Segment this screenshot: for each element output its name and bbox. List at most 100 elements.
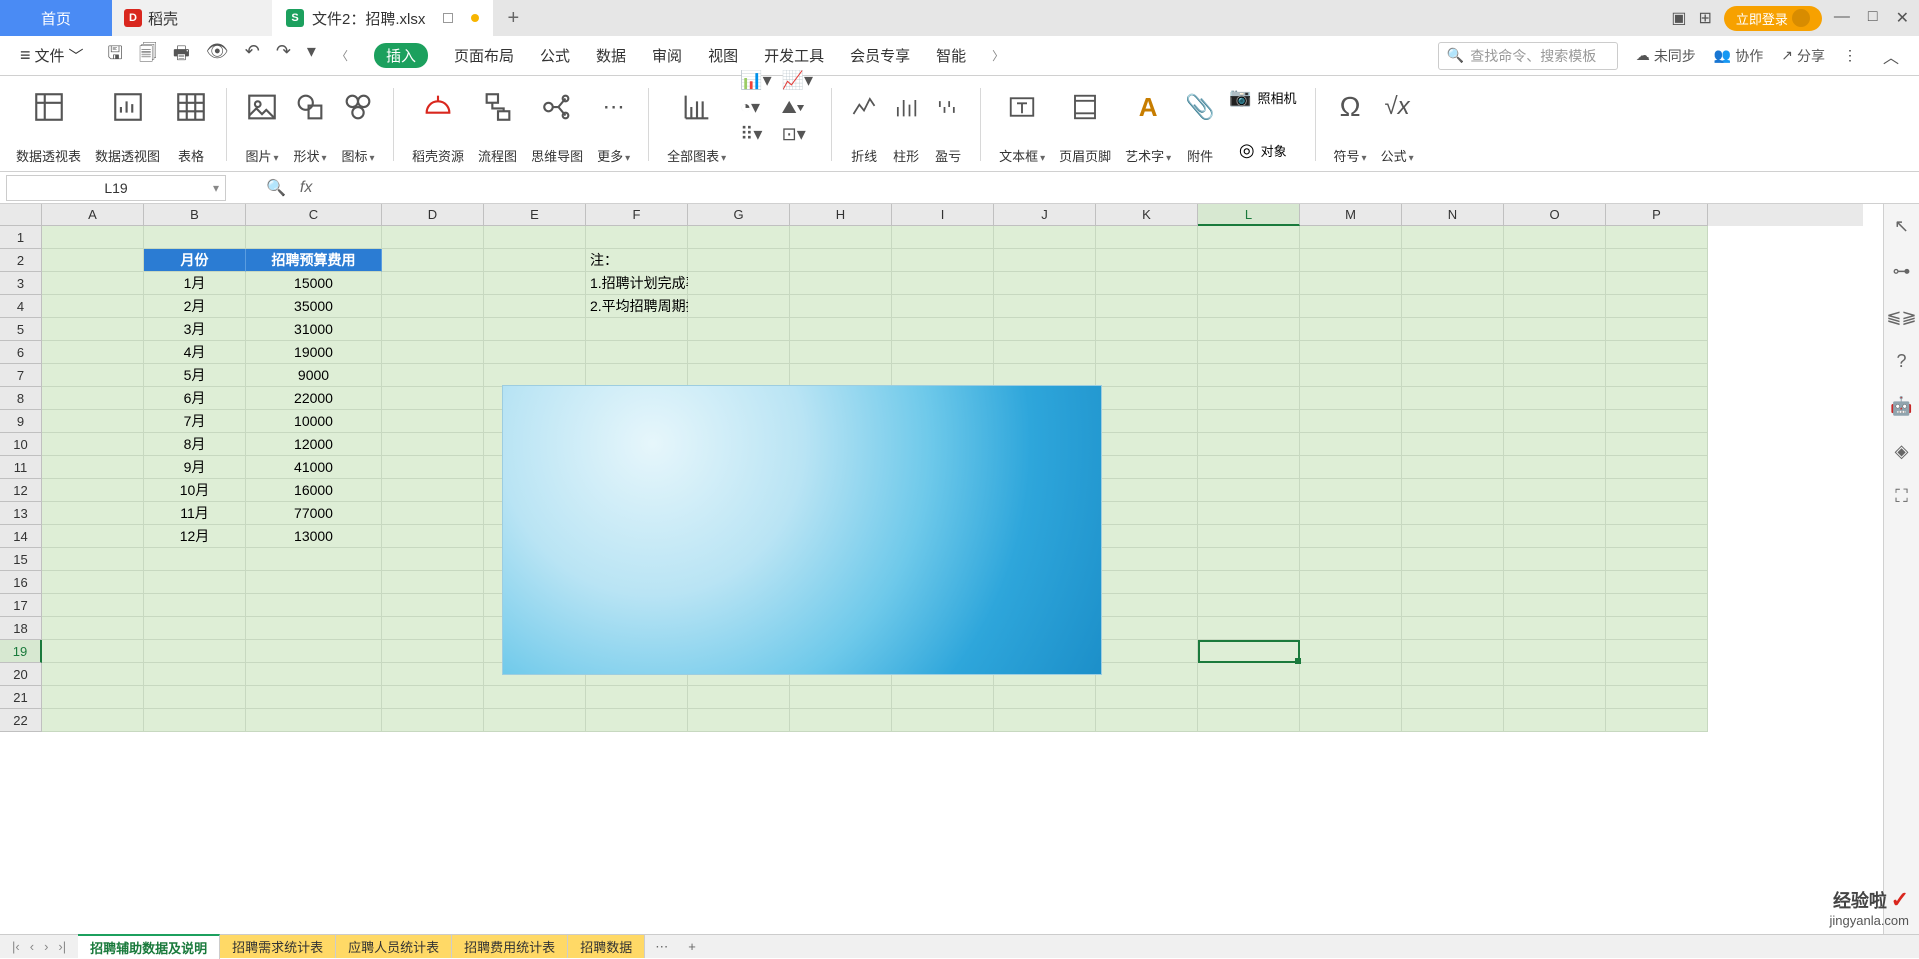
cell-G1[interactable] xyxy=(688,226,790,249)
row-header-9[interactable]: 9 xyxy=(0,410,42,433)
cell-O4[interactable] xyxy=(1504,295,1606,318)
row-header-11[interactable]: 11 xyxy=(0,456,42,479)
cell-C16[interactable] xyxy=(246,571,382,594)
cell-M22[interactable] xyxy=(1300,709,1402,732)
cell-M2[interactable] xyxy=(1300,249,1402,272)
expand-icon[interactable]: ⛶ xyxy=(1895,486,1908,507)
col-header-E[interactable]: E xyxy=(484,204,586,226)
cell-P8[interactable] xyxy=(1606,387,1708,410)
cell-I22[interactable] xyxy=(892,709,994,732)
col-header-M[interactable]: M xyxy=(1300,204,1402,226)
cell-L1[interactable] xyxy=(1198,226,1300,249)
row-header-21[interactable]: 21 xyxy=(0,686,42,709)
ribbon-tab-data[interactable]: 数据 xyxy=(596,45,626,66)
properties-icon[interactable]: ⫹⫺ xyxy=(1886,306,1916,327)
cell-K12[interactable] xyxy=(1096,479,1198,502)
cell-F3[interactable]: 1.招聘计划完成率要求100% xyxy=(586,272,688,295)
cell-C7[interactable]: 9000 xyxy=(246,364,382,387)
ribbon-tab-insert[interactable]: 插入 xyxy=(374,43,428,68)
row-header-3[interactable]: 3 xyxy=(0,272,42,295)
cell-O18[interactable] xyxy=(1504,617,1606,640)
col-header-J[interactable]: J xyxy=(994,204,1096,226)
cell-M7[interactable] xyxy=(1300,364,1402,387)
cell-M11[interactable] xyxy=(1300,456,1402,479)
sheet-tab-4[interactable]: 招聘数据 xyxy=(568,935,645,958)
other-chart-icon[interactable]: ⊡▾ xyxy=(782,124,813,145)
cell-D11[interactable] xyxy=(382,456,484,479)
table-button[interactable]: 表格 xyxy=(174,82,208,171)
cell-K15[interactable] xyxy=(1096,548,1198,571)
more-button[interactable]: ⋯更多 xyxy=(597,82,630,171)
cell-B15[interactable] xyxy=(144,548,246,571)
cell-A8[interactable] xyxy=(42,387,144,410)
cell-A16[interactable] xyxy=(42,571,144,594)
cell-D7[interactable] xyxy=(382,364,484,387)
cell-N3[interactable] xyxy=(1402,272,1504,295)
cell-O14[interactable] xyxy=(1504,525,1606,548)
cell-M10[interactable] xyxy=(1300,433,1402,456)
cell-D21[interactable] xyxy=(382,686,484,709)
cell-N1[interactable] xyxy=(1402,226,1504,249)
row-header-1[interactable]: 1 xyxy=(0,226,42,249)
cell-H21[interactable] xyxy=(790,686,892,709)
cell-J1[interactable] xyxy=(994,226,1096,249)
col-header-I[interactable]: I xyxy=(892,204,994,226)
cell-J5[interactable] xyxy=(994,318,1096,341)
cell-M14[interactable] xyxy=(1300,525,1402,548)
row-header-12[interactable]: 12 xyxy=(0,479,42,502)
cell-P3[interactable] xyxy=(1606,272,1708,295)
collapse-ribbon-icon[interactable]: ︿ xyxy=(1883,44,1899,68)
cell-B18[interactable] xyxy=(144,617,246,640)
cell-L12[interactable] xyxy=(1198,479,1300,502)
row-header-5[interactable]: 5 xyxy=(0,318,42,341)
cell-J3[interactable] xyxy=(994,272,1096,295)
cell-B9[interactable]: 7月 xyxy=(144,410,246,433)
cell-D8[interactable] xyxy=(382,387,484,410)
sparkline-column-button[interactable]: 柱形 xyxy=(892,82,920,171)
sheet-prev-icon[interactable]: ‹ xyxy=(30,939,34,954)
row-header-10[interactable]: 10 xyxy=(0,433,42,456)
cell-P20[interactable] xyxy=(1606,663,1708,686)
cell-N5[interactable] xyxy=(1402,318,1504,341)
tab-add-button[interactable]: + xyxy=(493,0,533,36)
cell-B8[interactable]: 6月 xyxy=(144,387,246,410)
cell-D1[interactable] xyxy=(382,226,484,249)
col-header-N[interactable]: N xyxy=(1402,204,1504,226)
area-chart-icon[interactable]: ⛰▾ xyxy=(782,97,813,118)
cell-P5[interactable] xyxy=(1606,318,1708,341)
cell-K14[interactable] xyxy=(1096,525,1198,548)
pie-chart-icon[interactable]: ◔▾ xyxy=(740,97,771,118)
cell-P1[interactable] xyxy=(1606,226,1708,249)
cell-O11[interactable] xyxy=(1504,456,1606,479)
sheet-tab-2[interactable]: 应聘人员统计表 xyxy=(336,935,452,958)
cell-B4[interactable]: 2月 xyxy=(144,295,246,318)
object-icon[interactable]: ◎ xyxy=(1239,140,1255,161)
cell-L2[interactable] xyxy=(1198,249,1300,272)
cell-I4[interactable] xyxy=(892,295,994,318)
cell-P17[interactable] xyxy=(1606,594,1708,617)
equation-button[interactable]: √x公式 xyxy=(1381,82,1414,171)
cell-O22[interactable] xyxy=(1504,709,1606,732)
cell-P4[interactable] xyxy=(1606,295,1708,318)
cell-E5[interactable] xyxy=(484,318,586,341)
sparkline-winloss-button[interactable]: 盈亏 xyxy=(934,82,962,171)
minimize-button[interactable]: — xyxy=(1834,8,1850,28)
pivot-table-button[interactable]: 数据透视表 xyxy=(16,82,81,171)
cell-P16[interactable] xyxy=(1606,571,1708,594)
share-button[interactable]: ↗ 分享 xyxy=(1781,46,1825,66)
sheet-last-icon[interactable]: ›| xyxy=(58,939,66,954)
cell-B12[interactable]: 10月 xyxy=(144,479,246,502)
file-menu[interactable]: ≡ 文件 ﹀ xyxy=(20,45,84,66)
header-footer-button[interactable]: 页眉页脚 xyxy=(1059,82,1111,171)
tab-home[interactable]: 首页 xyxy=(0,0,112,36)
cell-G4[interactable] xyxy=(688,295,790,318)
col-header-B[interactable]: B xyxy=(144,204,246,226)
cell-A3[interactable] xyxy=(42,272,144,295)
row-header-14[interactable]: 14 xyxy=(0,525,42,548)
cell-J22[interactable] xyxy=(994,709,1096,732)
redo-icon[interactable]: ↷ xyxy=(276,41,291,71)
cell-C13[interactable]: 77000 xyxy=(246,502,382,525)
cell-P14[interactable] xyxy=(1606,525,1708,548)
cell-N10[interactable] xyxy=(1402,433,1504,456)
cell-A15[interactable] xyxy=(42,548,144,571)
